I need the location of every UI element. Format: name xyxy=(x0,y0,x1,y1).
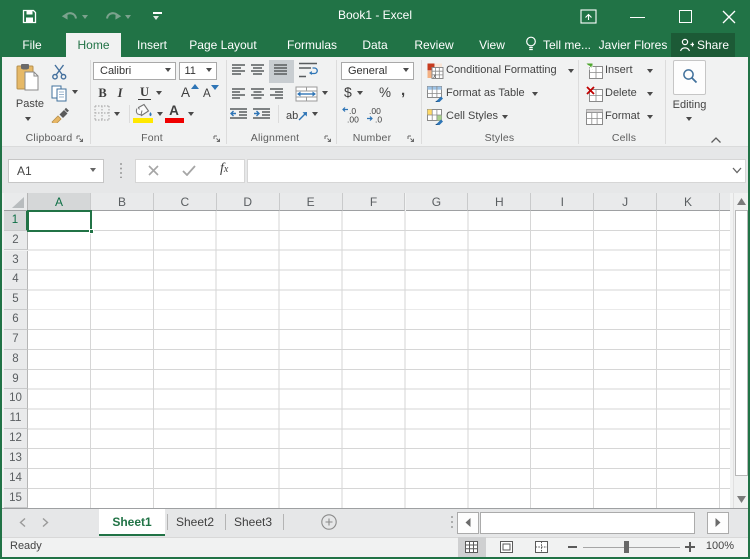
svg-text:ab: ab xyxy=(286,110,298,122)
svg-text:.00: .00 xyxy=(347,115,359,124)
svg-text:.0: .0 xyxy=(375,115,382,124)
